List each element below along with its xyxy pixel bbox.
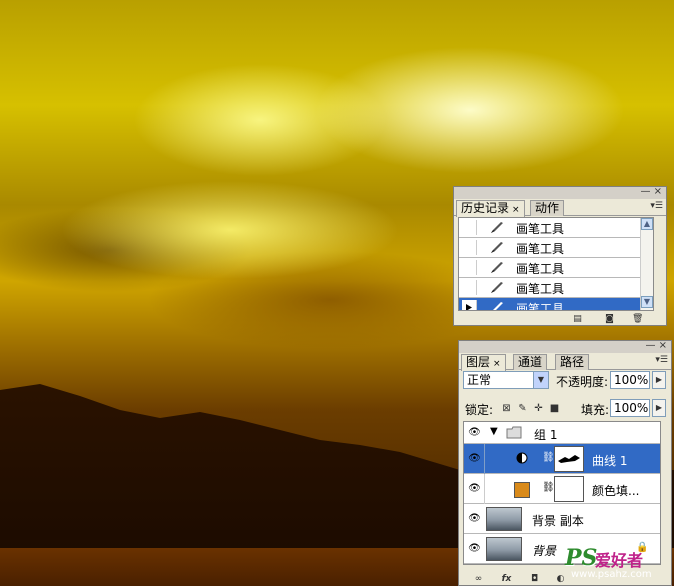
layer-row-group[interactable]: 👁 ▼ 组 1 (464, 422, 660, 444)
chevron-down-icon[interactable]: ▼ (533, 372, 548, 388)
watermark-text: 爱好者 (595, 551, 644, 570)
panel-controls[interactable]: — × (645, 340, 667, 351)
fill-slider-arrow-icon[interactable]: ▶ (652, 399, 666, 417)
brush-icon (491, 242, 503, 253)
layer-list: 👁 ▼ 组 1 👁 ⛓ 曲线 1 👁 ⛓ 颜色填... 👁 背景 副本 👁 背景… (463, 421, 661, 565)
brush-icon (491, 222, 503, 233)
snapshot-source-checkbox[interactable] (462, 280, 477, 295)
panel-controls[interactable]: — × (640, 186, 662, 197)
panel-menu-icon[interactable]: ▾☰ (650, 201, 663, 211)
opacity-slider-arrow-icon[interactable]: ▶ (652, 371, 666, 389)
history-item-label: 画笔工具 (516, 282, 565, 296)
tab-layers-label: 图层 (466, 355, 491, 369)
new-document-from-state-icon[interactable]: ▤ (572, 315, 583, 324)
layers-tabs: 图层 × 通道 路径 ▾☰ (459, 353, 671, 371)
layer-name[interactable]: 背景 副本 (532, 512, 584, 529)
layer-row-curves[interactable]: 👁 ⛓ 曲线 1 (464, 444, 660, 474)
history-item-label: 画笔工具 (516, 262, 565, 276)
eye-icon[interactable]: 👁 (468, 513, 481, 524)
snapshot-source-checkbox[interactable] (462, 260, 477, 275)
layer-mask-thumbnail[interactable] (554, 446, 584, 472)
watermark-url: www.psahz.com (571, 569, 652, 580)
snapshot-source-checkbox[interactable] (462, 220, 477, 235)
panel-titlebar[interactable]: — × (454, 186, 666, 199)
history-item-label: 画笔工具 (516, 242, 565, 256)
fill-color-swatch[interactable] (514, 482, 530, 498)
close-icon[interactable]: × (493, 359, 501, 369)
snapshot-source-checkbox[interactable] (462, 240, 477, 255)
history-item-label: 画笔工具 (516, 302, 565, 311)
layer-thumbnail[interactable] (486, 537, 522, 561)
opacity-input[interactable]: 100% (610, 371, 650, 389)
snapshot-source-checkbox[interactable] (462, 300, 477, 310)
scroll-down-icon[interactable]: ▼ (641, 296, 653, 308)
history-scrollbar[interactable]: ▲ ▼ (640, 218, 653, 310)
tab-channels-label: 通道 (518, 355, 543, 369)
tab-paths[interactable]: 路径 (555, 354, 590, 370)
tab-history-label: 历史记录 (461, 201, 510, 215)
tab-history[interactable]: 历史记录 × (456, 200, 525, 217)
scroll-up-icon[interactable]: ▲ (641, 218, 653, 230)
brush-icon (493, 302, 503, 310)
eye-icon[interactable]: 👁 (468, 453, 481, 464)
layer-name[interactable]: 背景 (532, 542, 556, 559)
group-indent-line (484, 474, 485, 504)
close-icon[interactable]: × (512, 205, 520, 215)
fx-icon[interactable]: fx (501, 575, 512, 584)
fill-label: 填充: (581, 403, 610, 417)
watermark-brand: PS (565, 545, 598, 571)
layer-mask-thumbnail[interactable] (554, 476, 584, 502)
layer-row-color-fill[interactable]: 👁 ⛓ 颜色填... (464, 474, 660, 504)
folder-icon (506, 426, 522, 439)
lock-label: 锁定: (465, 403, 494, 417)
add-mask-icon[interactable]: ◘ (529, 575, 540, 584)
brush-icon (491, 282, 503, 293)
panel-titlebar[interactable]: — × (459, 340, 671, 353)
panel-menu-icon[interactable]: ▾☰ (655, 355, 668, 365)
link-layers-icon[interactable]: ∞ (473, 575, 484, 584)
lock-position-icon[interactable]: ✛ (533, 403, 544, 414)
layer-row-background-copy[interactable]: 👁 背景 副本 (464, 504, 660, 534)
lock-all-icon[interactable]: ■ (549, 403, 560, 414)
tab-actions-label: 动作 (535, 201, 560, 215)
eye-icon[interactable]: 👁 (468, 543, 481, 554)
lock-image-pixels-icon[interactable]: ✎ (517, 403, 528, 414)
history-item-label: 画笔工具 (516, 222, 565, 236)
tab-layers[interactable]: 图层 × (461, 354, 506, 371)
history-footer: ▤ ◙ 🗑 (454, 313, 666, 325)
fill-input[interactable]: 100% (610, 399, 650, 417)
tab-actions[interactable]: 动作 (530, 200, 565, 216)
link-icon[interactable]: ⛓ (542, 452, 555, 463)
history-list: 画笔工具 画笔工具 画笔工具 画笔工具 画笔工具 ▲ ▼ (458, 217, 654, 311)
brush-icon (491, 262, 503, 273)
layer-thumbnail[interactable] (486, 507, 522, 531)
tab-paths-label: 路径 (560, 355, 585, 369)
opacity-label: 不透明度: (556, 375, 609, 389)
history-tabs: 历史记录 × 动作 ▾☰ (454, 199, 666, 217)
history-item[interactable]: 画笔工具 (459, 278, 653, 298)
camera-snapshot-icon[interactable]: ◙ (604, 315, 615, 324)
blend-mode-select[interactable]: 正常 ▼ (463, 371, 549, 389)
adjustment-curves-icon (516, 452, 528, 464)
history-state-marker-icon (466, 304, 472, 310)
mask-preview (558, 455, 580, 463)
history-item[interactable]: 画笔工具 (459, 218, 653, 238)
eye-icon[interactable]: 👁 (468, 483, 481, 494)
layer-name[interactable]: 颜色填... (592, 482, 639, 499)
history-panel: — × 历史记录 × 动作 ▾☰ 画笔工具 画笔工具 画笔工具 画笔工具 画笔工… (453, 186, 667, 326)
lock-transparency-icon[interactable]: ⊠ (501, 403, 512, 414)
tab-channels[interactable]: 通道 (513, 354, 548, 370)
blend-mode-value: 正常 (467, 373, 492, 387)
group-indent-line (484, 444, 485, 474)
adjustment-layer-icon[interactable]: ◐ (555, 575, 566, 584)
layer-name[interactable]: 组 1 (534, 426, 557, 443)
history-item[interactable]: 画笔工具 (459, 258, 653, 278)
history-item-selected[interactable]: 画笔工具 (459, 298, 653, 311)
history-item[interactable]: 画笔工具 (459, 238, 653, 258)
eye-icon[interactable]: 👁 (468, 427, 481, 438)
link-icon[interactable]: ⛓ (542, 482, 555, 493)
layer-name[interactable]: 曲线 1 (592, 452, 627, 469)
trash-icon[interactable]: 🗑 (632, 315, 643, 324)
disclosure-triangle-icon[interactable]: ▼ (490, 426, 498, 437)
